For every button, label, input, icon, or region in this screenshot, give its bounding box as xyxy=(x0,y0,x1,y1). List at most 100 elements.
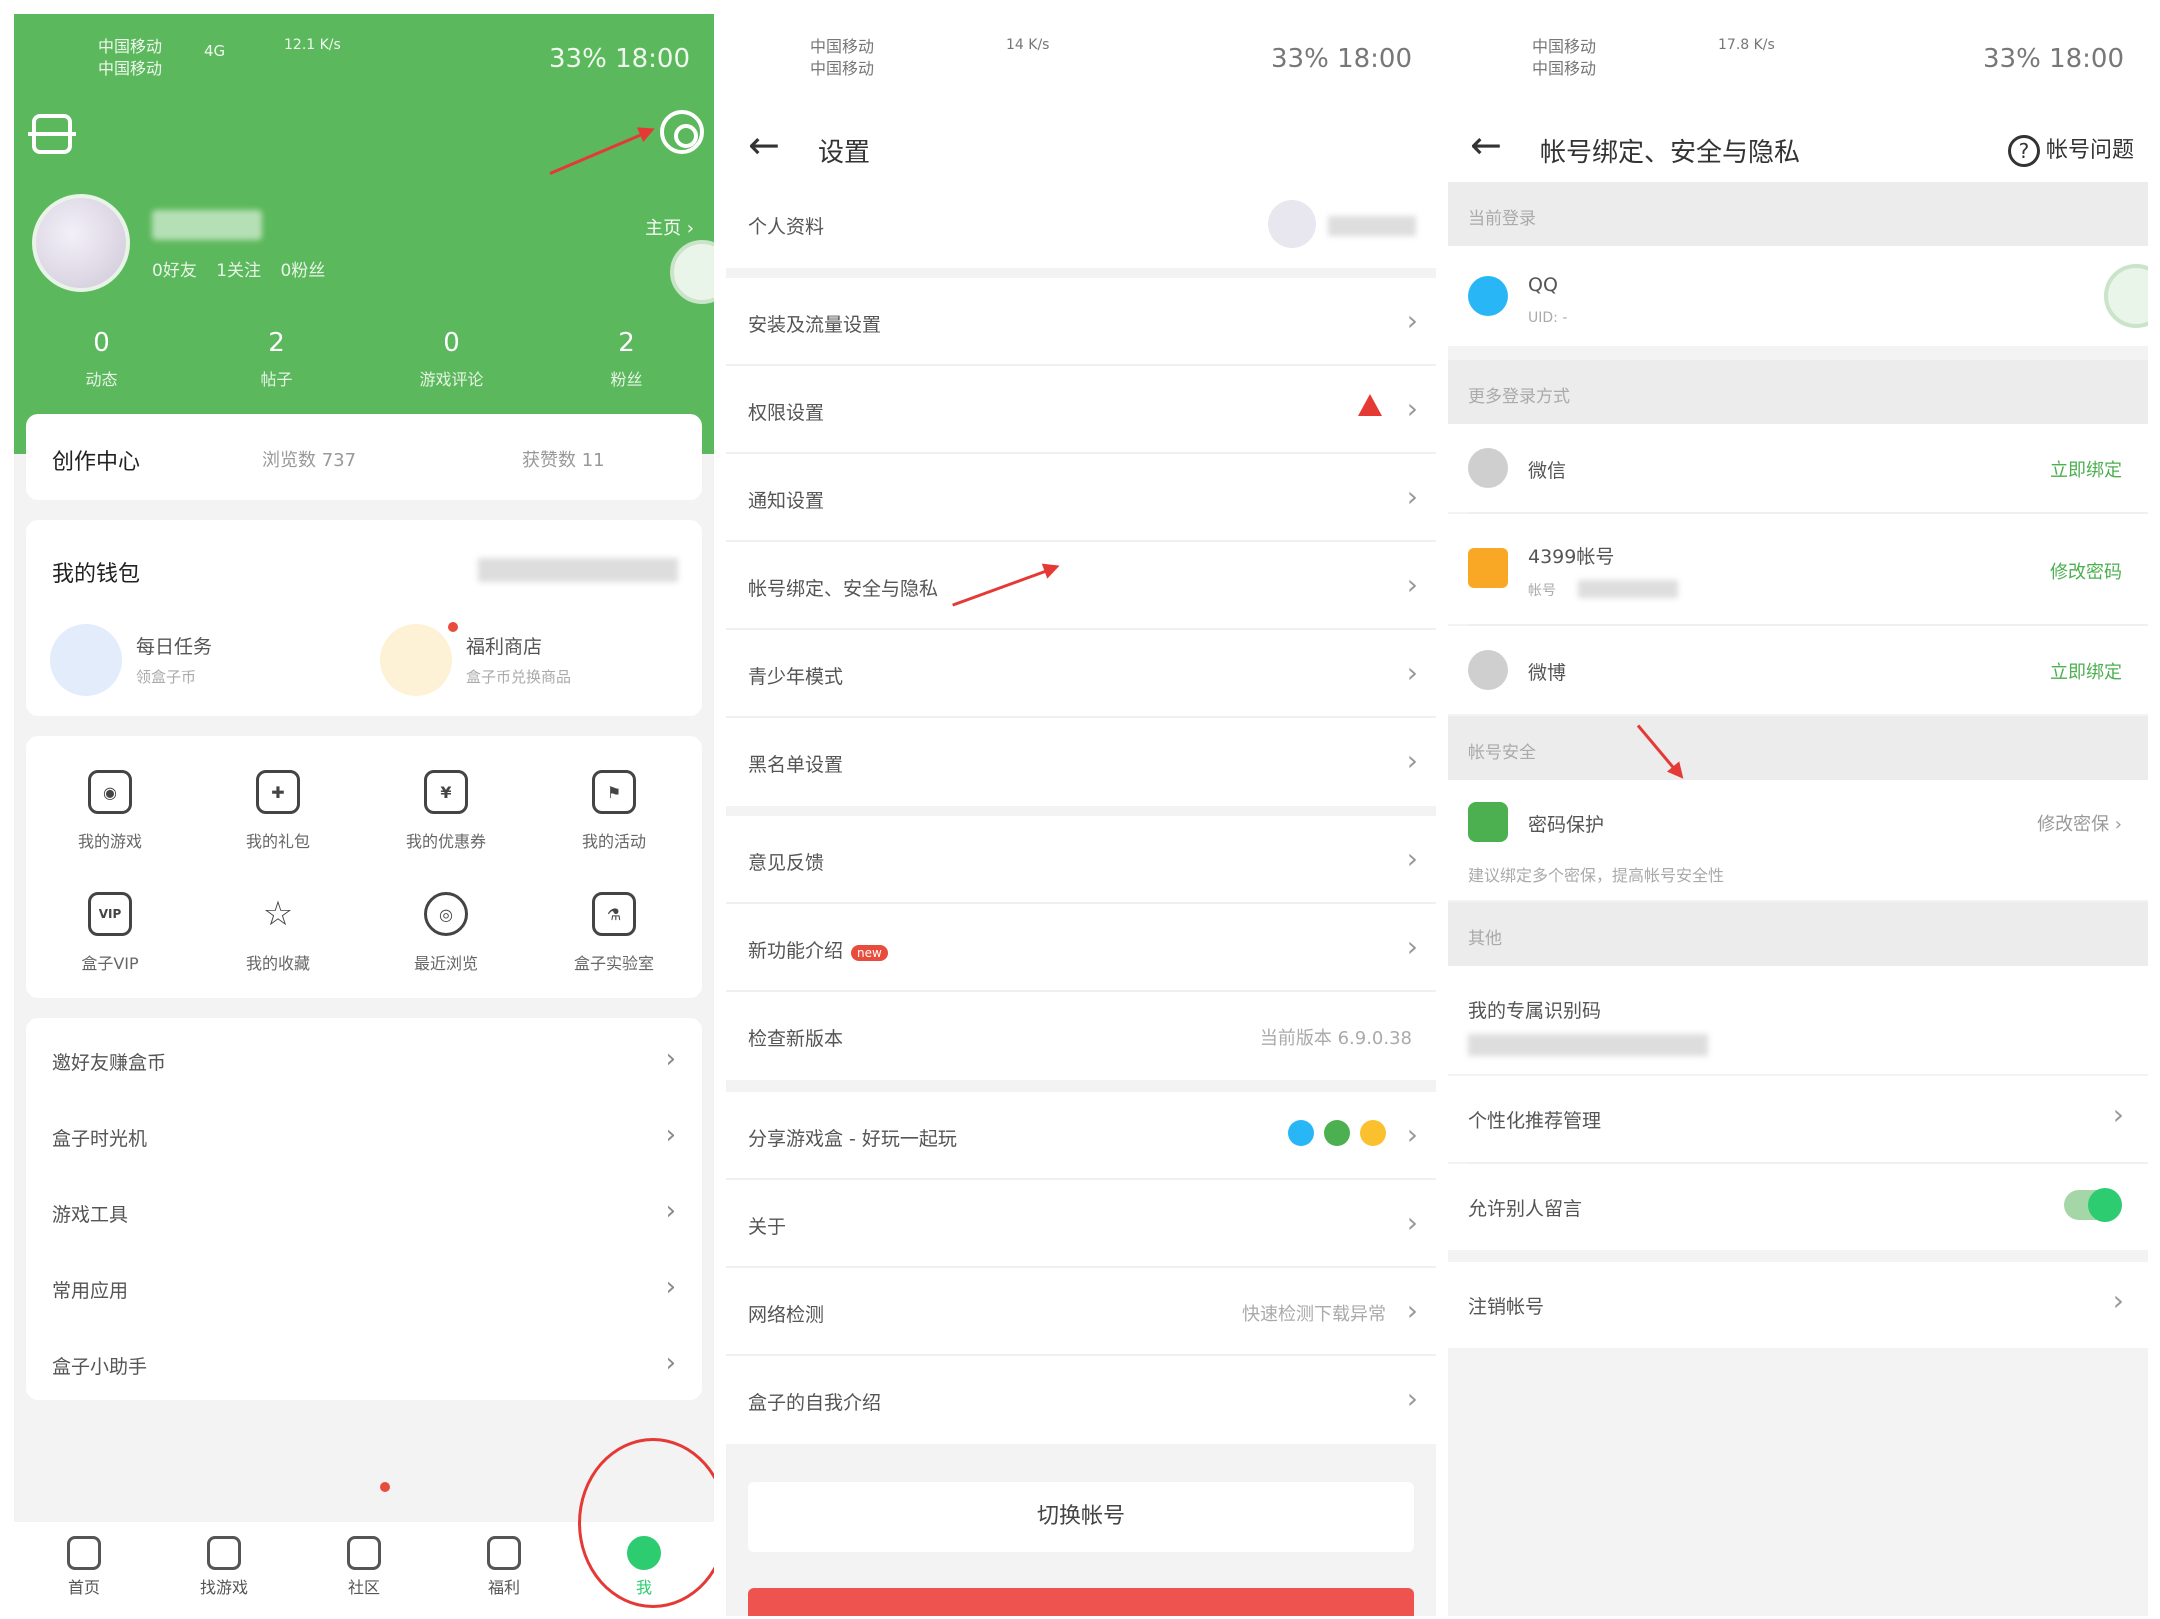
chevron-right-icon: › xyxy=(665,1196,676,1226)
grid-item-vip[interactable]: VIP 盒子VIP xyxy=(26,892,194,974)
settings-group: 安装及流量设置 › 权限设置 › 通知设置 › 帐号绑定、安全与隐私 › 青少年模式 › … xyxy=(726,278,1436,806)
back-arrow-icon[interactable]: ← xyxy=(748,126,780,164)
eye-icon: ◎ xyxy=(424,892,468,936)
stat-item[interactable]: 0 游戏评论 xyxy=(364,328,539,390)
list-item[interactable]: 常用应用 › xyxy=(26,1250,702,1326)
settings-row-blacklist[interactable]: 黑名单设置 › xyxy=(726,718,1436,806)
bind-wechat-row[interactable]: 微信 立即绑定 xyxy=(1448,424,2148,512)
settings-row-about[interactable]: 关于 › xyxy=(726,1180,1436,1268)
chevron-right-icon: › xyxy=(2112,1098,2124,1131)
daily-task-item[interactable]: 每日任务 领盒子币 xyxy=(50,624,370,704)
gear-icon[interactable] xyxy=(660,110,704,154)
cancel-account-row[interactable]: 注销帐号 › xyxy=(1448,1262,2148,1348)
shop-icon xyxy=(380,624,452,696)
bind-weibo-row[interactable]: 微博 立即绑定 xyxy=(1448,626,2148,714)
current-login-qq: QQ UID: - xyxy=(1448,246,2148,346)
list-item[interactable]: 邀好友赚盒币 › xyxy=(26,1022,702,1098)
settings-row-check-update[interactable]: 检查新版本 当前版本 6.9.0.38 xyxy=(726,992,1436,1080)
account-nav: ← 帐号绑定、安全与隐私 ? 帐号问题 xyxy=(1448,110,2148,182)
my-id-code-row: 我的专属识别码 xyxy=(1448,966,2148,1074)
list-item[interactable]: 盒子小助手 › xyxy=(26,1326,702,1402)
chevron-right-icon: › xyxy=(665,1348,676,1378)
personalized-row[interactable]: 个性化推荐管理 › xyxy=(1448,1076,2148,1162)
gamepad-icon: ◉ xyxy=(88,770,132,814)
switch-account-button[interactable]: 切换帐号 xyxy=(748,1482,1414,1552)
settings-row-teen-mode[interactable]: 青少年模式 › xyxy=(726,630,1436,718)
settings-group: 个人资料 xyxy=(726,180,1436,268)
stat-item[interactable]: 0 动态 xyxy=(14,328,189,390)
section-header: 更多登录方式 xyxy=(1448,360,2148,424)
tab-home[interactable]: 首页 xyxy=(14,1522,154,1616)
allow-messages-toggle[interactable] xyxy=(2064,1188,2122,1222)
flask-icon: ⚗ xyxy=(592,892,636,936)
settings-nav: ← 设置 xyxy=(726,110,1436,182)
wechat-icon xyxy=(1468,448,1508,488)
gift-icon: ✚ xyxy=(256,770,300,814)
community-icon xyxy=(347,1536,381,1570)
feature-grid: ◉ 我的游戏 ✚ 我的礼包 ¥ 我的优惠券 ⚑ 我的活动 VIP 盒子VIP ☆ 我的收藏 … xyxy=(26,736,702,998)
avatar xyxy=(1268,200,1316,248)
shield-icon xyxy=(1468,802,1508,842)
chevron-right-icon: › xyxy=(1406,1382,1418,1415)
settings-row-profile[interactable]: 个人资料 xyxy=(726,180,1436,268)
chevron-right-icon: › xyxy=(1406,568,1418,601)
settings-row-intro[interactable]: 盒子的自我介绍 › xyxy=(726,1356,1436,1444)
chevron-right-icon: › xyxy=(665,1044,676,1074)
settings-row-account-security[interactable]: 帐号绑定、安全与隐私 › xyxy=(726,542,1436,630)
notification-dot xyxy=(448,622,458,632)
avatar[interactable] xyxy=(32,194,130,292)
tab-welfare[interactable]: 福利 xyxy=(434,1522,574,1616)
coupon-icon: ¥ xyxy=(424,770,468,814)
chevron-right-icon: › xyxy=(1406,842,1418,875)
grid-item-lab[interactable]: ⚗ 盒子实验室 xyxy=(530,892,698,974)
scan-icon[interactable] xyxy=(28,114,76,154)
list-item[interactable]: 盒子时光机 › xyxy=(26,1098,702,1174)
flag-icon: ⚑ xyxy=(592,770,636,814)
tab-find-games[interactable]: 找游戏 xyxy=(154,1522,294,1616)
share-icons xyxy=(1288,1120,1386,1146)
grid-item-recent[interactable]: ◎ 最近浏览 xyxy=(362,892,530,974)
wallet-balance-blurred xyxy=(478,558,678,582)
4399-logo-icon xyxy=(1468,548,1508,588)
settings-row-new-features[interactable]: 新功能介绍 new › xyxy=(726,904,1436,992)
grid-item-my-coupons[interactable]: ¥ 我的优惠券 xyxy=(362,770,530,852)
password-protect-row[interactable]: 密码保护 修改密保 › 建议绑定多个密保，提高帐号安全性 xyxy=(1448,780,2148,900)
stat-item[interactable]: 2 帖子 xyxy=(189,328,364,390)
settings-row-network-check[interactable]: 网络检测 快速检测下载异常 › xyxy=(726,1268,1436,1356)
creator-center-card[interactable]: 创作中心 浏览数 737 获赞数 11 xyxy=(26,414,702,500)
section-header: 帐号安全 xyxy=(1448,716,2148,780)
grid-item-my-games[interactable]: ◉ 我的游戏 xyxy=(26,770,194,852)
back-arrow-icon[interactable]: ← xyxy=(1470,126,1502,164)
chevron-right-icon: › xyxy=(1406,1206,1418,1239)
settings-row-notifications[interactable]: 通知设置 › xyxy=(726,454,1436,542)
grid-item-favorites[interactable]: ☆ 我的收藏 xyxy=(194,892,362,974)
grid-item-my-activities[interactable]: ⚑ 我的活动 xyxy=(530,770,698,852)
tab-community[interactable]: 社区 xyxy=(294,1482,434,1616)
grid-item-my-gifts[interactable]: ✚ 我的礼包 xyxy=(194,770,362,852)
chevron-right-icon: › xyxy=(1406,656,1418,689)
stat-item[interactable]: 2 粉丝 xyxy=(539,328,714,390)
wechat-icon xyxy=(1324,1120,1350,1146)
floating-avatar[interactable] xyxy=(2104,264,2148,328)
calendar-icon xyxy=(50,624,122,696)
star-icon xyxy=(1360,1120,1386,1146)
status-bar: 中国移动 中国移动 4G 12.1 K/s 33% 18:00 xyxy=(98,37,690,78)
settings-row-feedback[interactable]: 意见反馈 › xyxy=(726,816,1436,904)
settings-row-share[interactable]: 分享游戏盒 - 好玩一起玩 › xyxy=(726,1092,1436,1180)
settings-group: 分享游戏盒 - 好玩一起玩 › 关于 › 网络检测 快速检测下载异常 › 盒子的自我介… xyxy=(726,1092,1436,1444)
welfare-shop-item[interactable]: 福利商店 盒子币兑换商品 xyxy=(380,622,700,704)
settings-group: 意见反馈 › 新功能介绍 new › 检查新版本 当前版本 6.9.0.38 xyxy=(726,816,1436,1080)
account-help-link[interactable]: ? 帐号问题 xyxy=(2007,132,2134,167)
list-item[interactable]: 游戏工具 › xyxy=(26,1174,702,1250)
section-header: 当前登录 xyxy=(1448,182,2148,246)
game-search-icon xyxy=(207,1536,241,1570)
nickname-blurred xyxy=(1328,216,1416,236)
welfare-icon xyxy=(487,1536,521,1570)
logout-button[interactable] xyxy=(748,1588,1414,1616)
star-icon: ☆ xyxy=(262,894,294,934)
settings-row-permissions[interactable]: 权限设置 › xyxy=(726,366,1436,454)
homepage-link[interactable]: 主页 › xyxy=(645,214,694,240)
account-security-screen: 中国移动 中国移动 17.8 K/s 33% 18:00 ← 帐号绑定、安全与隐私… xyxy=(1448,14,2148,1616)
settings-row-install[interactable]: 安装及流量设置 › xyxy=(726,278,1436,366)
account-4399-row[interactable]: 4399帐号 帐号 修改密码 xyxy=(1448,514,2148,624)
